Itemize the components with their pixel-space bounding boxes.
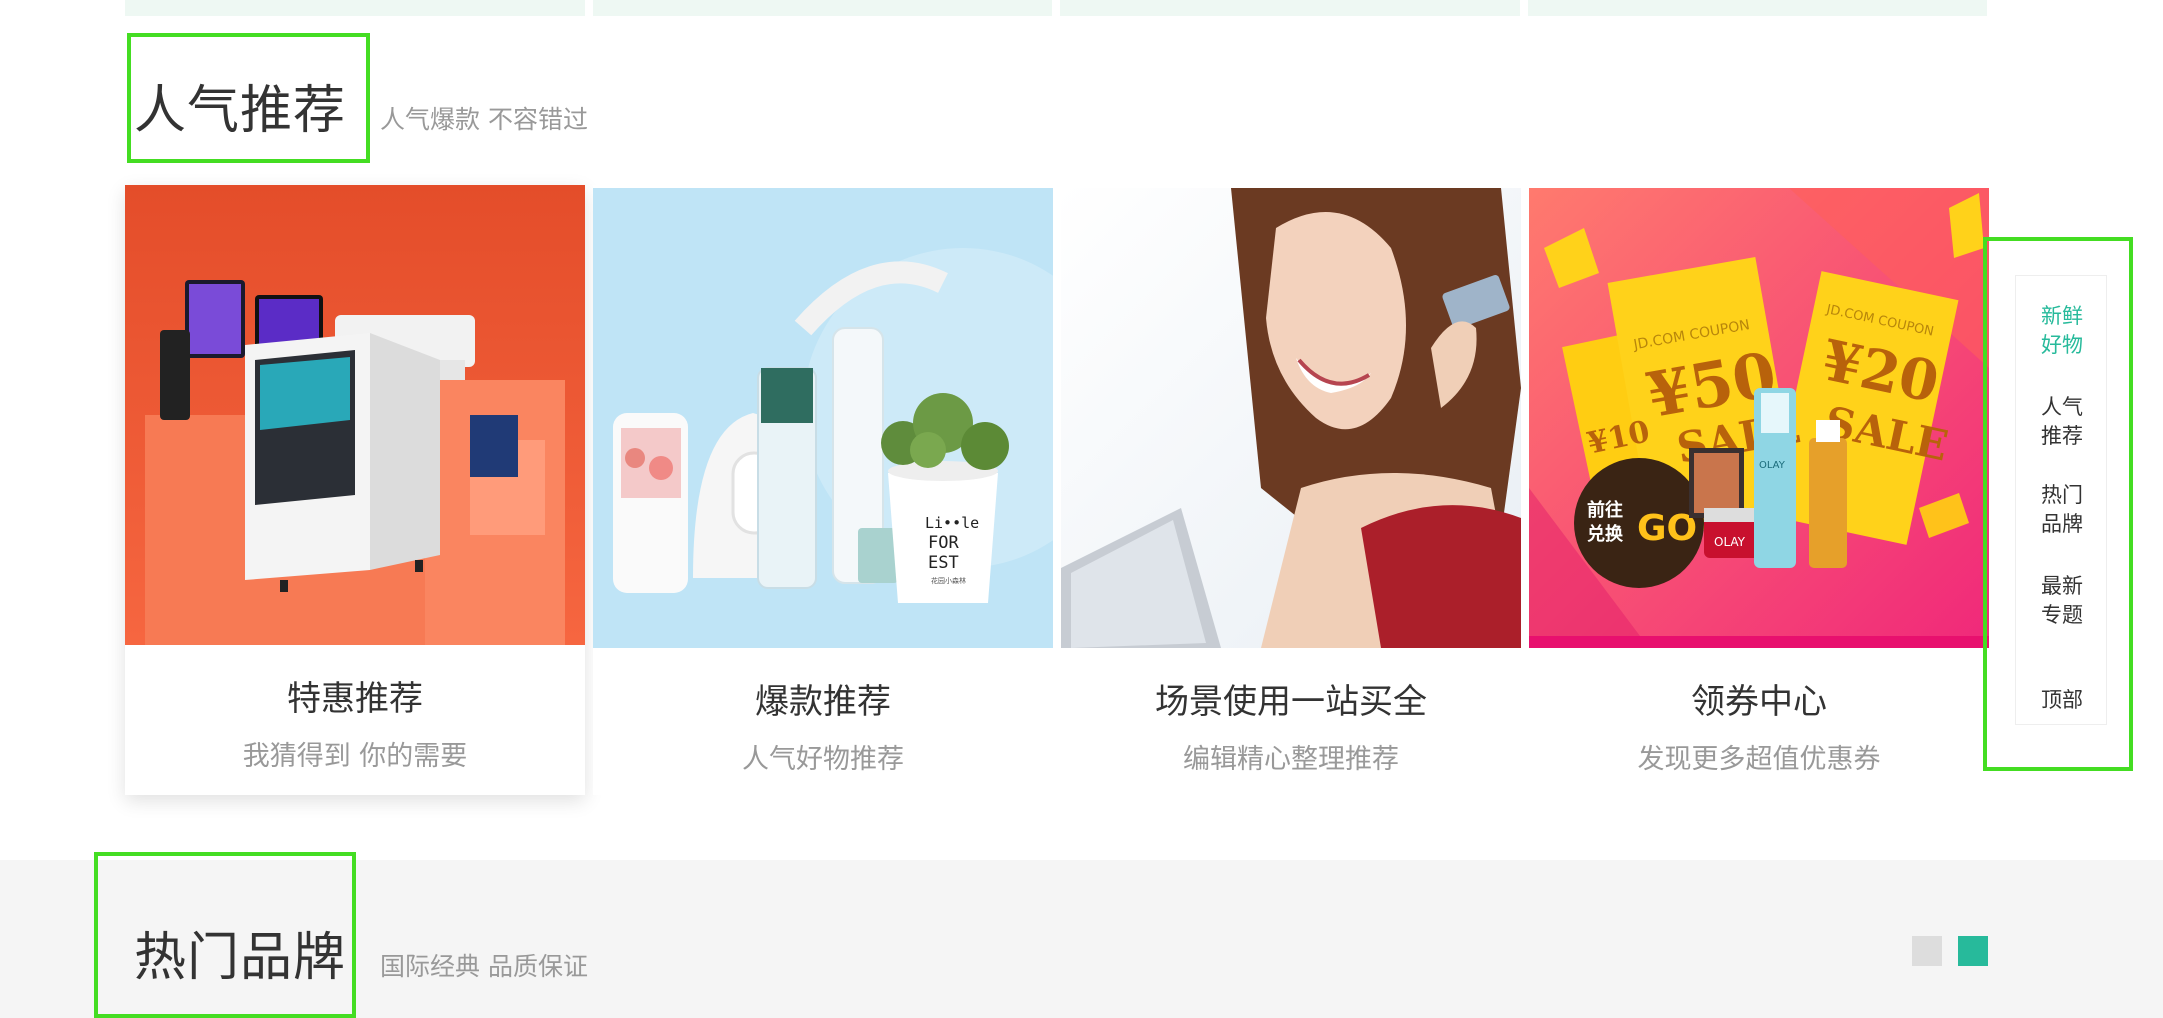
brand-carousel-controls: [1912, 936, 1988, 966]
go-badge-2: 兑换: [1587, 523, 1624, 545]
card-title: 爆款推荐: [755, 682, 891, 722]
card-desc: 发现更多超值优惠券: [1637, 744, 1881, 775]
floor-elevator: 新鲜 好物 人气 推荐 热门 品牌 最新 专题 顶部: [2015, 275, 2107, 725]
popular-cards: 特惠推荐 我猜得到 你的需要 Li••le FOR EST 花园小森林 爆款推荐…: [125, 185, 1989, 795]
card-image-woman: [1061, 188, 1521, 648]
card-title: 场景使用一站买全: [1155, 682, 1427, 722]
card-deals[interactable]: 特惠推荐 我猜得到 你的需要: [125, 185, 585, 795]
previous-section-strip: [125, 0, 1987, 16]
pot-subtext: 花园小森林: [931, 576, 966, 585]
card-hot[interactable]: Li••le FOR EST 花园小森林 爆款推荐 人气好物推荐: [593, 185, 1053, 795]
card-desc: 编辑精心整理推荐: [1183, 744, 1399, 775]
carousel-prev-button[interactable]: [1912, 936, 1942, 966]
elevator-item-popular[interactable]: 人气 推荐: [2016, 393, 2108, 451]
elevator-item-topics[interactable]: 最新 专题: [2016, 572, 2108, 630]
card-desc: 人气好物推荐: [742, 744, 904, 775]
popular-section-header: 人气推荐 人气爆款 不容错过: [134, 68, 588, 143]
section-title: 热门品牌: [134, 928, 347, 988]
olay-label-2: OLAY: [1759, 460, 1786, 471]
card-image-electronics: [125, 185, 585, 645]
card-title: 领券中心: [1691, 682, 1827, 722]
card-scene[interactable]: 场景使用一站买全 编辑精心整理推荐: [1061, 185, 1521, 795]
pot-text-1: Li••le: [925, 514, 979, 532]
go-badge-1: 前往: [1587, 499, 1623, 521]
brands-section-header: 热门品牌 国际经典 品质保证: [134, 915, 588, 990]
elevator-item-top[interactable]: 顶部: [2016, 686, 2108, 715]
card-coupon[interactable]: JD.COM COUPON JD.COM COUPON ¥10 ¥50 ¥20 …: [1529, 185, 1989, 795]
carousel-next-button[interactable]: [1958, 936, 1988, 966]
elevator-item-brands[interactable]: 热门 品牌: [2016, 481, 2108, 539]
section-title: 人气推荐: [134, 81, 347, 141]
elevator-item-fresh[interactable]: 新鲜 好物: [2016, 302, 2108, 360]
olay-label-1: OLAY: [1714, 535, 1746, 549]
go-text: GO: [1637, 508, 1697, 549]
card-image-products: Li••le FOR EST 花园小森林: [593, 188, 1053, 648]
pot-text-2: FOR: [928, 533, 959, 553]
card-desc: 我猜得到 你的需要: [242, 741, 468, 772]
pot-text-3: EST: [928, 553, 959, 573]
card-title: 特惠推荐: [287, 679, 423, 719]
section-subtitle: 国际经典 品质保证: [380, 952, 588, 981]
section-subtitle: 人气爆款 不容错过: [380, 105, 588, 134]
card-image-coupons: JD.COM COUPON JD.COM COUPON ¥10 ¥50 ¥20 …: [1529, 188, 1989, 648]
